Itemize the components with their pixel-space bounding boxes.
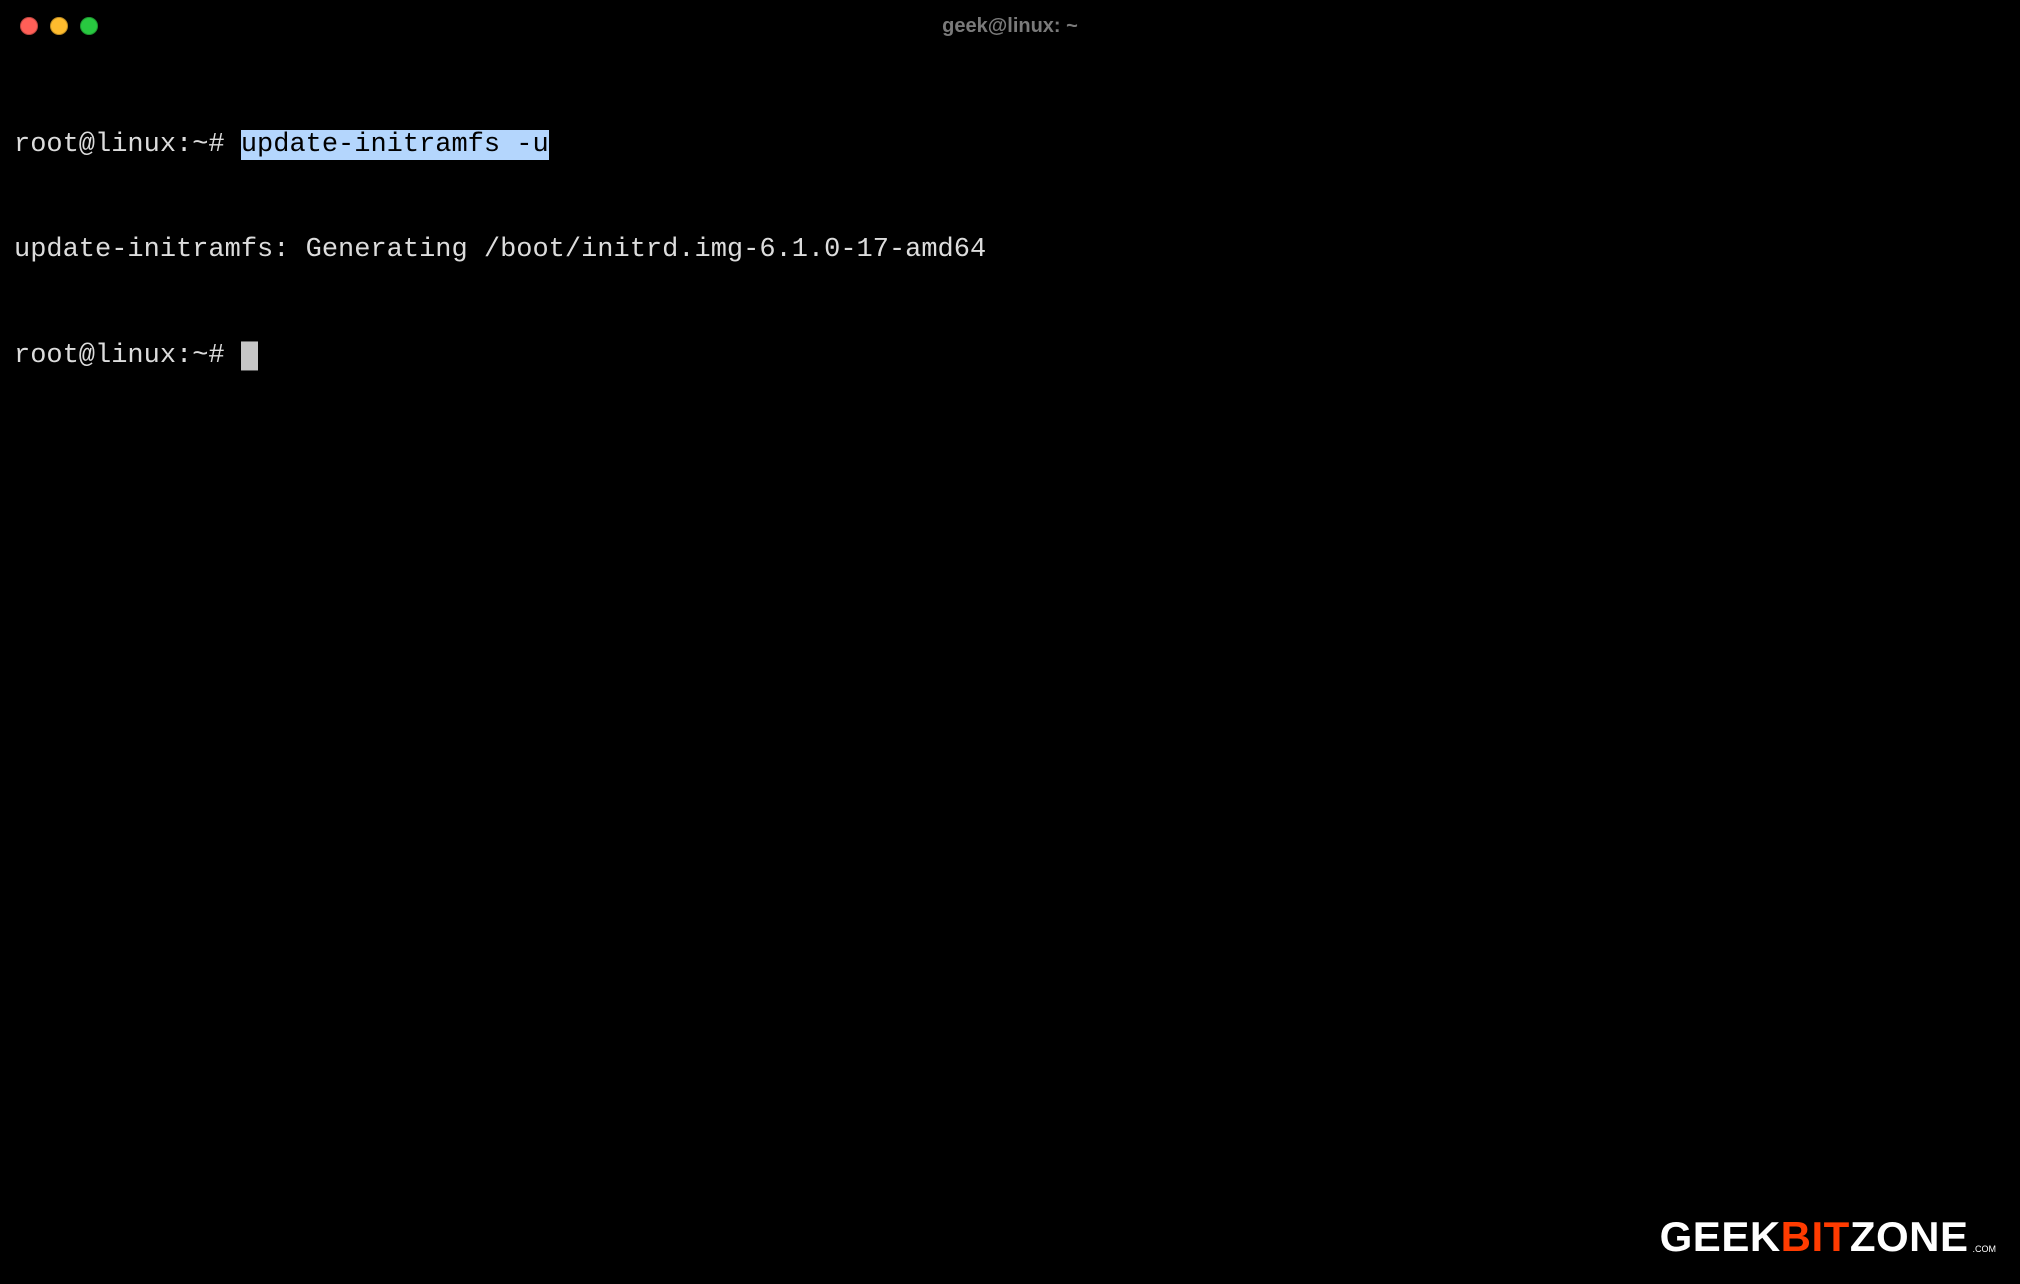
terminal-window: geek@linux: ~ root@linux:~# update-initr… (0, 0, 2020, 1284)
window-controls (20, 17, 98, 35)
titlebar: geek@linux: ~ (0, 0, 2020, 52)
cursor-icon (241, 342, 258, 370)
command-selected: update-initramfs -u (241, 130, 549, 160)
watermark: GEEK BIT ZONE .COM (1660, 1216, 1996, 1258)
minimize-icon[interactable] (50, 17, 68, 35)
watermark-com: .COM (1973, 1245, 1997, 1254)
zoom-icon[interactable] (80, 17, 98, 35)
terminal-line: root@linux:~# update-initramfs -u (14, 128, 2006, 163)
window-title: geek@linux: ~ (0, 13, 2020, 39)
terminal-line: update-initramfs: Generating /boot/initr… (14, 233, 2006, 268)
terminal-line: root@linux:~# (14, 339, 2006, 374)
terminal-output[interactable]: root@linux:~# update-initramfs -u update… (0, 52, 2020, 444)
prompt: root@linux:~# (14, 130, 241, 160)
prompt: root@linux:~# (14, 341, 241, 371)
output-text: update-initramfs: Generating /boot/initr… (14, 235, 986, 265)
close-icon[interactable] (20, 17, 38, 35)
watermark-geek: GEEK (1660, 1216, 1781, 1258)
watermark-bit: BIT (1781, 1216, 1850, 1258)
watermark-zone: ZONE (1850, 1216, 1969, 1258)
